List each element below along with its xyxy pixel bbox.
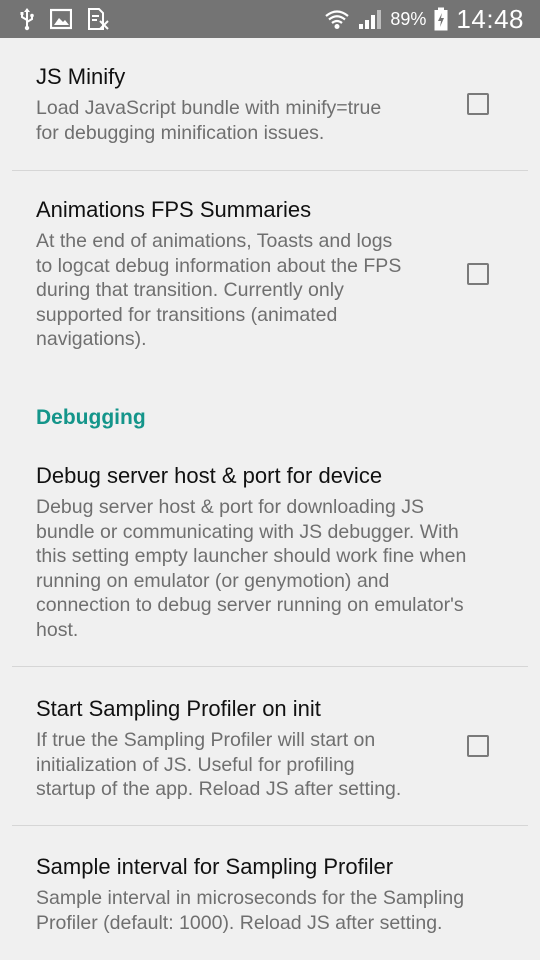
file-transfer-icon xyxy=(86,7,110,31)
pref-summary: Sample interval in microseconds for the … xyxy=(36,887,465,934)
system-status: 89% 14:48 xyxy=(324,0,524,38)
pref-animations-fps-summaries[interactable]: Animations FPS Summaries At the end of a… xyxy=(0,171,540,381)
pref-summary: Debug server host & port for downloading… xyxy=(36,496,467,641)
js-minify-checkbox[interactable] xyxy=(467,93,489,115)
pref-js-minify[interactable]: JS Minify Load JavaScript bundle with mi… xyxy=(0,38,540,170)
battery-charging-icon xyxy=(434,7,448,31)
notification-icons xyxy=(18,7,110,31)
pref-title: Sample interval for Sampling Profiler xyxy=(36,854,394,879)
pref-debug-server-host-port[interactable]: Debug server host & port for device Debu… xyxy=(0,442,540,666)
gallery-icon xyxy=(50,8,72,30)
usb-icon xyxy=(18,7,36,31)
clock: 14:48 xyxy=(456,3,524,34)
pref-summary: Load JavaScript bundle with minify=true … xyxy=(36,97,382,144)
animations-fps-checkbox[interactable] xyxy=(467,263,489,285)
pref-title: Debug server host & port for device xyxy=(36,463,383,488)
pref-title: Start Sampling Profiler on init xyxy=(36,696,321,721)
pref-summary: If true the Sampling Profiler will start… xyxy=(36,729,402,800)
signal-icon xyxy=(358,8,382,30)
preferences-list: JS Minify Load JavaScript bundle with mi… xyxy=(0,38,540,960)
category-debugging: Debugging xyxy=(36,406,146,429)
status-bar: 89% 14:48 xyxy=(0,0,540,38)
pref-sample-interval[interactable]: Sample interval for Sampling Profiler Sa… xyxy=(0,826,540,960)
pref-summary: At the end of animations, Toasts and log… xyxy=(36,230,402,350)
pref-title: JS Minify xyxy=(36,64,126,89)
pref-start-sampling-profiler[interactable]: Start Sampling Profiler on init If true … xyxy=(0,667,540,825)
battery-percent: 89% xyxy=(390,8,427,29)
sampling-profiler-checkbox[interactable] xyxy=(467,735,489,757)
pref-title: Animations FPS Summaries xyxy=(36,197,312,222)
wifi-icon xyxy=(324,7,350,31)
